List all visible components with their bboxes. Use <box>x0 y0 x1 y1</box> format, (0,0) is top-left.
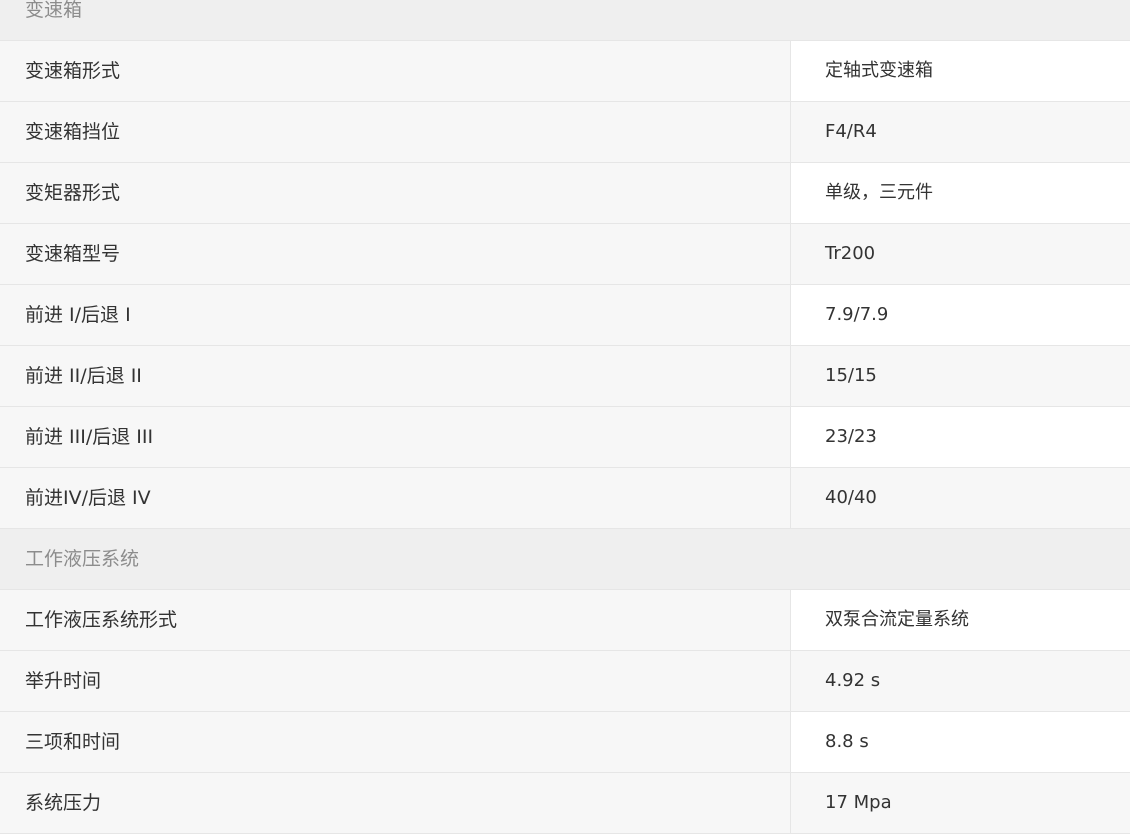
table-row: 系统压力 17 Mpa <box>0 773 1130 834</box>
spec-value: Tr200 <box>791 224 1130 284</box>
table-row: 变速箱型号 Tr200 <box>0 224 1130 285</box>
spec-value: 单级，三元件 <box>791 163 1130 223</box>
table-row: 工作液压系统形式 双泵合流定量系统 <box>0 590 1130 651</box>
spec-label: 前进IV/后退 IV <box>0 468 791 528</box>
spec-label: 前进 III/后退 III <box>0 407 791 467</box>
table-row: 变速箱形式 定轴式变速箱 <box>0 41 1130 102</box>
spec-value: 8.8 s <box>791 712 1130 772</box>
spec-label: 举升时间 <box>0 651 791 711</box>
table-row: 前进 III/后退 III 23/23 <box>0 407 1130 468</box>
table-row: 变速箱挡位 F4/R4 <box>0 102 1130 163</box>
spec-value: 定轴式变速箱 <box>791 41 1130 101</box>
spec-label: 变矩器形式 <box>0 163 791 223</box>
spec-label: 三项和时间 <box>0 712 791 772</box>
spec-label: 工作液压系统形式 <box>0 590 791 650</box>
table-row: 变矩器形式 单级，三元件 <box>0 163 1130 224</box>
table-row: 前进 II/后退 II 15/15 <box>0 346 1130 407</box>
spec-label: 变速箱挡位 <box>0 102 791 162</box>
spec-label: 变速箱形式 <box>0 41 791 101</box>
spec-value: 40/40 <box>791 468 1130 528</box>
table-row: 前进IV/后退 IV 40/40 <box>0 468 1130 529</box>
spec-value: 15/15 <box>791 346 1130 406</box>
spec-value: 17 Mpa <box>791 773 1130 833</box>
section-title: 工作液压系统 <box>25 548 140 570</box>
spec-label: 变速箱型号 <box>0 224 791 284</box>
spec-table: 变速箱 变速箱形式 定轴式变速箱 变速箱挡位 F4/R4 变矩器形式 单级，三元… <box>0 0 1130 834</box>
table-row: 前进 I/后退 I 7.9/7.9 <box>0 285 1130 346</box>
spec-label: 前进 I/后退 I <box>0 285 791 345</box>
section-title: 变速箱 <box>25 0 83 21</box>
spec-value: 23/23 <box>791 407 1130 467</box>
spec-label: 系统压力 <box>0 773 791 833</box>
spec-value: 4.92 s <box>791 651 1130 711</box>
section-header-hydraulic: 工作液压系统 <box>0 529 1130 590</box>
section-header-transmission: 变速箱 <box>0 0 1130 41</box>
spec-value: 双泵合流定量系统 <box>791 590 1130 650</box>
spec-value: F4/R4 <box>791 102 1130 162</box>
spec-label: 前进 II/后退 II <box>0 346 791 406</box>
spec-value: 7.9/7.9 <box>791 285 1130 345</box>
table-row: 举升时间 4.92 s <box>0 651 1130 712</box>
table-row: 三项和时间 8.8 s <box>0 712 1130 773</box>
